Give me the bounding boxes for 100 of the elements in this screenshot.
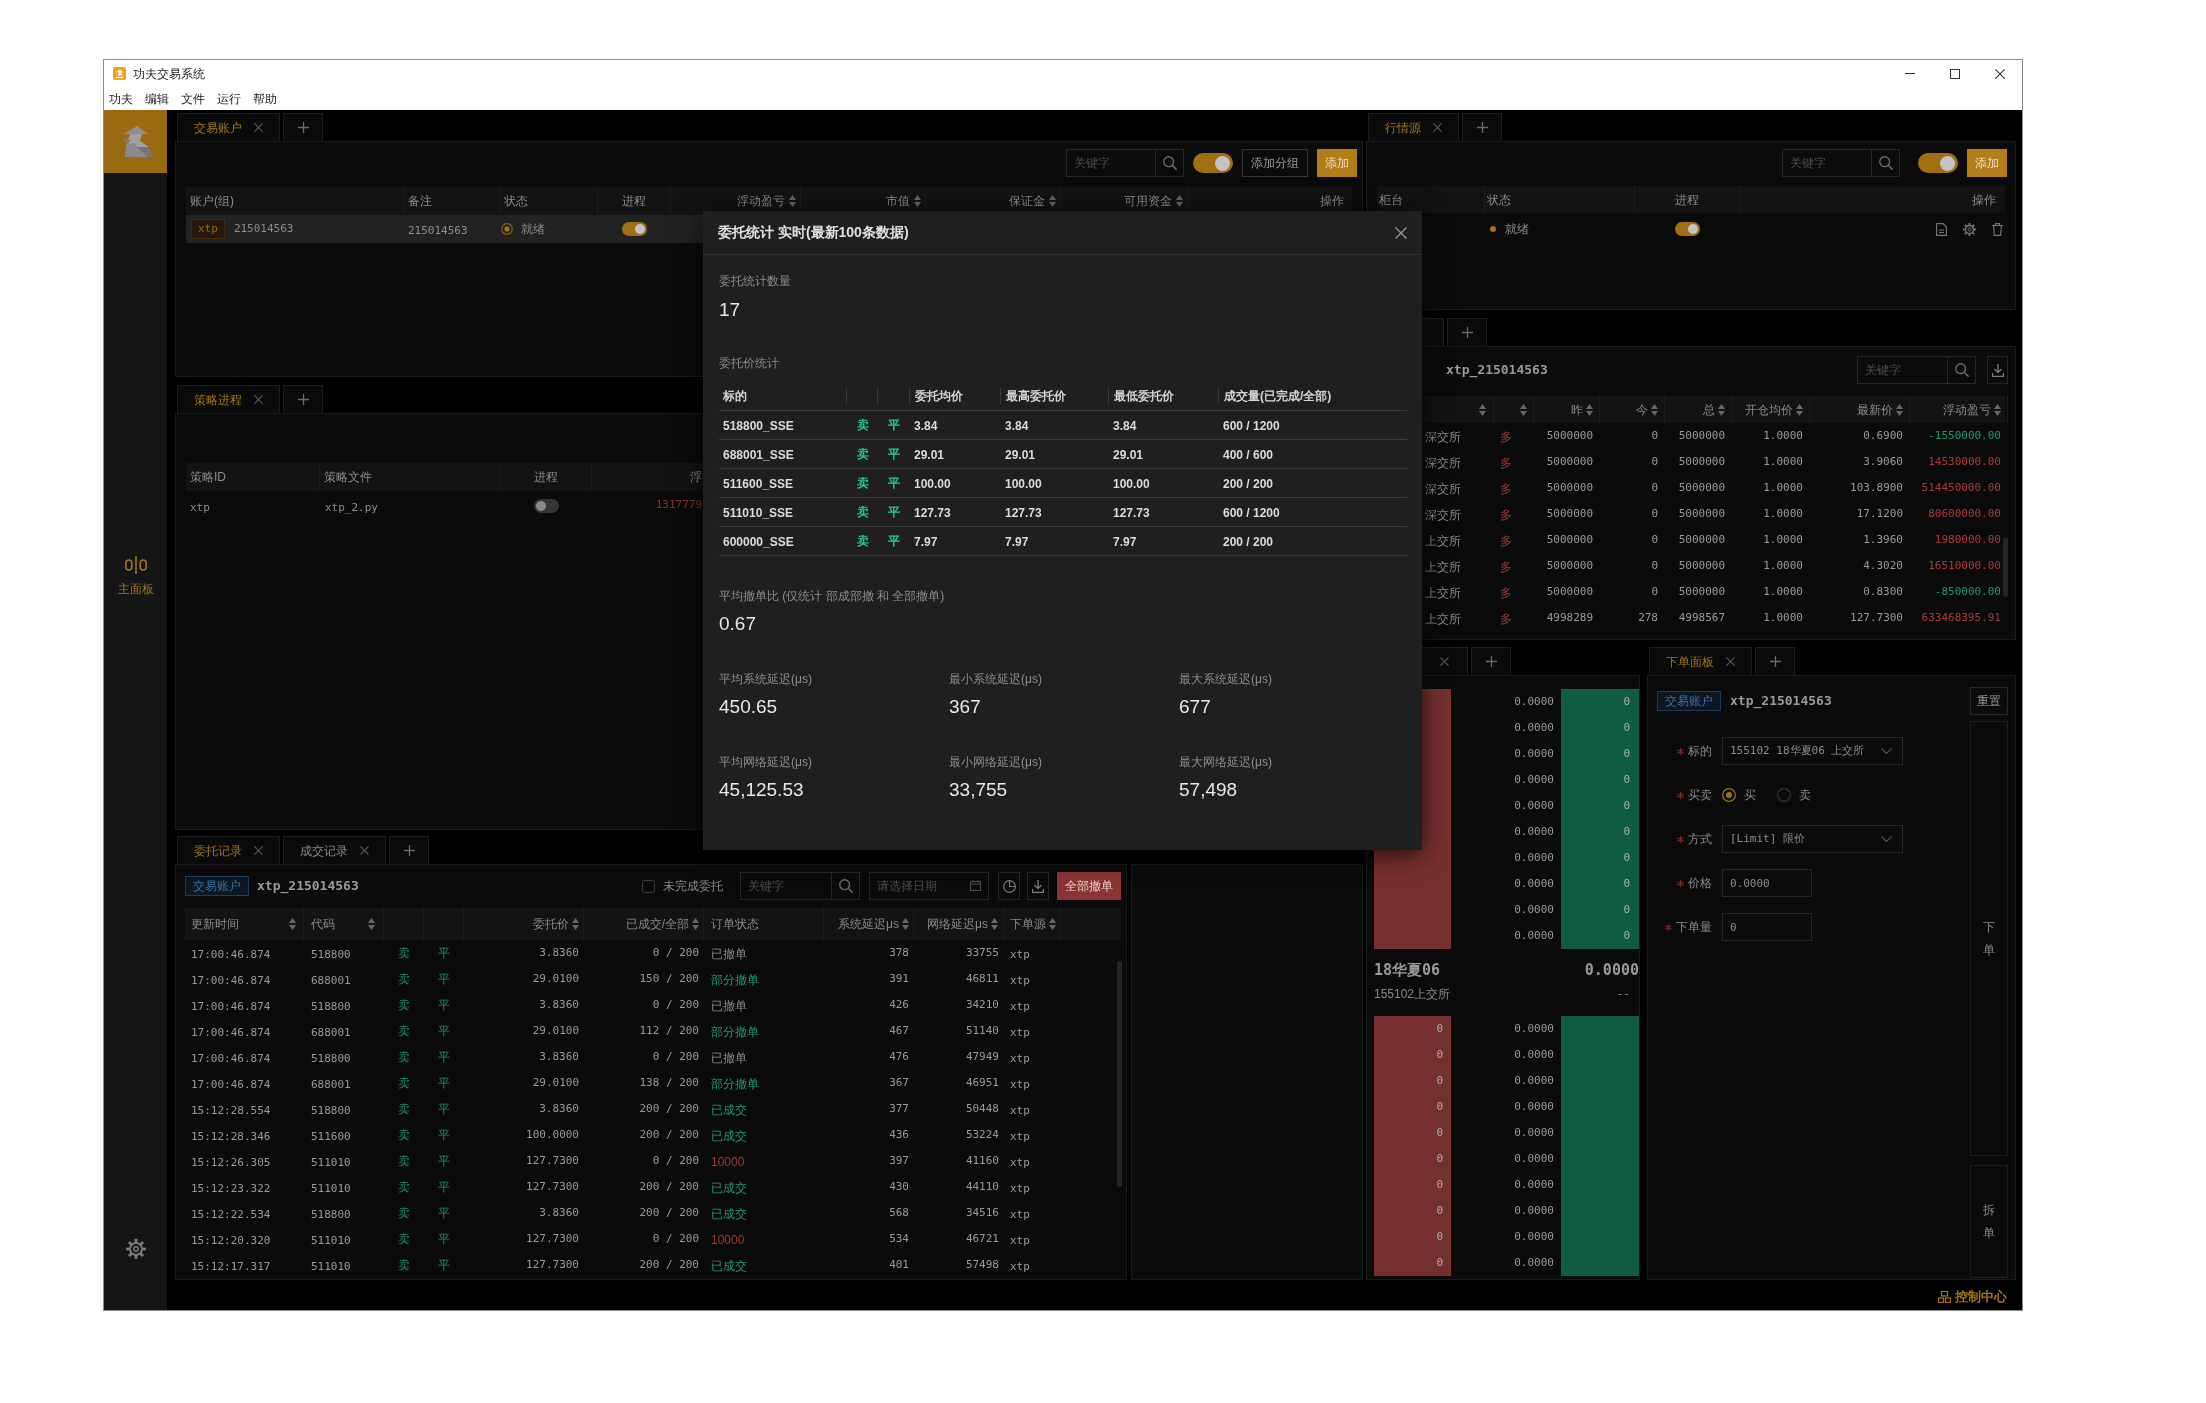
download-icon[interactable] xyxy=(1991,363,2004,377)
sort-icon[interactable] xyxy=(1796,403,1803,416)
statistics-button[interactable] xyxy=(998,872,1020,900)
table-cell: 29.01 xyxy=(1113,448,1144,462)
toggle-switch[interactable] xyxy=(1918,153,1958,173)
cluster-icon[interactable] xyxy=(1938,1290,1951,1303)
search-icon[interactable] xyxy=(1878,156,1893,170)
panel-tab[interactable]: 委托记录 xyxy=(177,836,280,864)
search-button[interactable] xyxy=(1872,149,1900,177)
sort-icon[interactable] xyxy=(1049,195,1056,207)
plus-icon[interactable] xyxy=(1461,327,1473,338)
panel-tab[interactable]: 策略进程 xyxy=(177,385,280,413)
toggle-switch[interactable] xyxy=(534,498,559,513)
sort-icon[interactable] xyxy=(289,918,296,930)
sort-icon[interactable] xyxy=(1479,403,1486,416)
input-field[interactable]: 0 xyxy=(1722,913,1812,941)
control-center-link[interactable]: 控制中心 xyxy=(1955,1286,2007,1307)
search-button[interactable] xyxy=(832,872,860,900)
search-icon[interactable] xyxy=(838,879,853,893)
plus-icon[interactable] xyxy=(297,394,309,405)
search-icon[interactable] xyxy=(1954,363,1969,377)
split-order-button[interactable]: 拆单 xyxy=(1970,1165,2008,1278)
cancel-all-button[interactable]: 全部撤单 xyxy=(1057,872,1121,900)
volume-value: 0 xyxy=(1436,1228,1443,1245)
download-button[interactable] xyxy=(1027,872,1049,900)
plus-icon[interactable] xyxy=(1769,656,1781,667)
radio-icon[interactable] xyxy=(1722,788,1736,802)
search-field[interactable]: 关键字 xyxy=(1857,356,1948,384)
menu-item[interactable]: 文件 xyxy=(181,89,205,108)
search-button[interactable] xyxy=(1156,149,1184,177)
input-field[interactable]: 0.0000 xyxy=(1722,869,1812,897)
download-icon[interactable] xyxy=(1032,879,1044,893)
settings-icon[interactable] xyxy=(125,1239,146,1259)
panel-tab[interactable]: 成交记录 xyxy=(283,836,386,864)
sort-icon[interactable] xyxy=(789,195,796,207)
radio-option[interactable]: 卖 xyxy=(1777,786,1811,804)
scrollbar[interactable] xyxy=(2003,537,2008,597)
chevron-down-icon[interactable] xyxy=(1881,748,1892,754)
sort-icon[interactable] xyxy=(1520,403,1527,416)
sort-icon[interactable] xyxy=(1651,403,1658,416)
close-icon[interactable] xyxy=(1395,226,1407,239)
trash-icon[interactable] xyxy=(1992,222,2003,236)
table-cell: 多 xyxy=(1500,456,1512,470)
sort-icon[interactable] xyxy=(1896,403,1903,416)
minimize-icon[interactable] xyxy=(1904,73,1915,74)
dropdown[interactable]: [Limit] 限价 xyxy=(1722,825,1903,853)
toolbar-button[interactable]: 添加分组 xyxy=(1242,149,1308,177)
table-cell-text: 200 / 200 xyxy=(639,1126,699,1143)
search-field[interactable]: 关键字 xyxy=(1066,149,1156,177)
sort-icon[interactable] xyxy=(1718,403,1725,416)
sort-icon[interactable] xyxy=(1176,195,1183,207)
sort-icon[interactable] xyxy=(1586,403,1593,416)
dropdown[interactable]: 155102 18华夏06 上交所 xyxy=(1722,737,1903,765)
download-button[interactable] xyxy=(1987,356,2008,384)
reset-button[interactable]: 重置 xyxy=(1970,687,2008,715)
table-cell-text: 200 / 200 xyxy=(639,1204,699,1221)
sort-icon[interactable] xyxy=(572,918,579,930)
menu-item[interactable]: 功夫 xyxy=(109,89,133,108)
sort-icon[interactable] xyxy=(914,195,921,207)
sort-icon[interactable] xyxy=(1049,918,1056,930)
candlestick-icon[interactable] xyxy=(124,556,147,574)
file-icon[interactable] xyxy=(1936,222,1947,236)
panel-tab[interactable]: 交易账户 xyxy=(177,113,280,141)
panel-tab[interactable]: 行情源 xyxy=(1368,113,1459,141)
toggle-switch[interactable] xyxy=(622,222,647,236)
plus-icon[interactable] xyxy=(403,845,415,856)
close-icon[interactable] xyxy=(1994,68,2005,79)
calendar-icon[interactable] xyxy=(970,880,981,891)
sort-icon[interactable] xyxy=(368,918,375,930)
sort-icon[interactable] xyxy=(991,918,998,930)
sort-icon[interactable] xyxy=(1994,403,2001,416)
search-button[interactable] xyxy=(1948,356,1976,384)
toggle-switch[interactable] xyxy=(1193,153,1233,173)
menu-item[interactable]: 帮助 xyxy=(253,89,277,108)
maximize-icon[interactable] xyxy=(1949,68,1960,79)
radio-option[interactable]: 买 xyxy=(1722,786,1756,804)
radio-icon[interactable] xyxy=(1777,788,1791,802)
date-field[interactable]: 请选择日期 xyxy=(869,872,989,900)
plus-icon[interactable] xyxy=(297,122,309,133)
place-order-button[interactable]: 下单 xyxy=(1970,721,2008,1156)
table-cell: 688001_SSE xyxy=(723,448,794,462)
pie-chart-icon[interactable] xyxy=(1002,879,1016,893)
sidebar-item[interactable]: 主面板 xyxy=(117,556,154,598)
panel-tab[interactable]: 下单面板 xyxy=(1649,647,1752,675)
table-cell-text: 平 xyxy=(888,417,900,434)
plus-icon[interactable] xyxy=(1485,656,1497,667)
sort-icon[interactable] xyxy=(692,918,699,930)
chevron-down-icon[interactable] xyxy=(1881,836,1892,842)
filter-checkbox[interactable]: 未完成委托 xyxy=(642,877,723,895)
search-icon[interactable] xyxy=(1162,156,1177,170)
plus-icon[interactable] xyxy=(1476,122,1488,133)
scrollbar[interactable] xyxy=(1117,961,1122,1187)
search-field[interactable]: 关键字 xyxy=(740,872,832,900)
menu-item[interactable]: 运行 xyxy=(217,89,241,108)
settings-icon[interactable] xyxy=(1963,222,1976,236)
sort-icon[interactable] xyxy=(902,918,909,930)
menu-item[interactable]: 编辑 xyxy=(145,89,169,108)
toggle-switch[interactable] xyxy=(1675,222,1700,236)
search-field[interactable]: 关键字 xyxy=(1782,149,1872,177)
checkbox-icon[interactable] xyxy=(642,879,655,893)
